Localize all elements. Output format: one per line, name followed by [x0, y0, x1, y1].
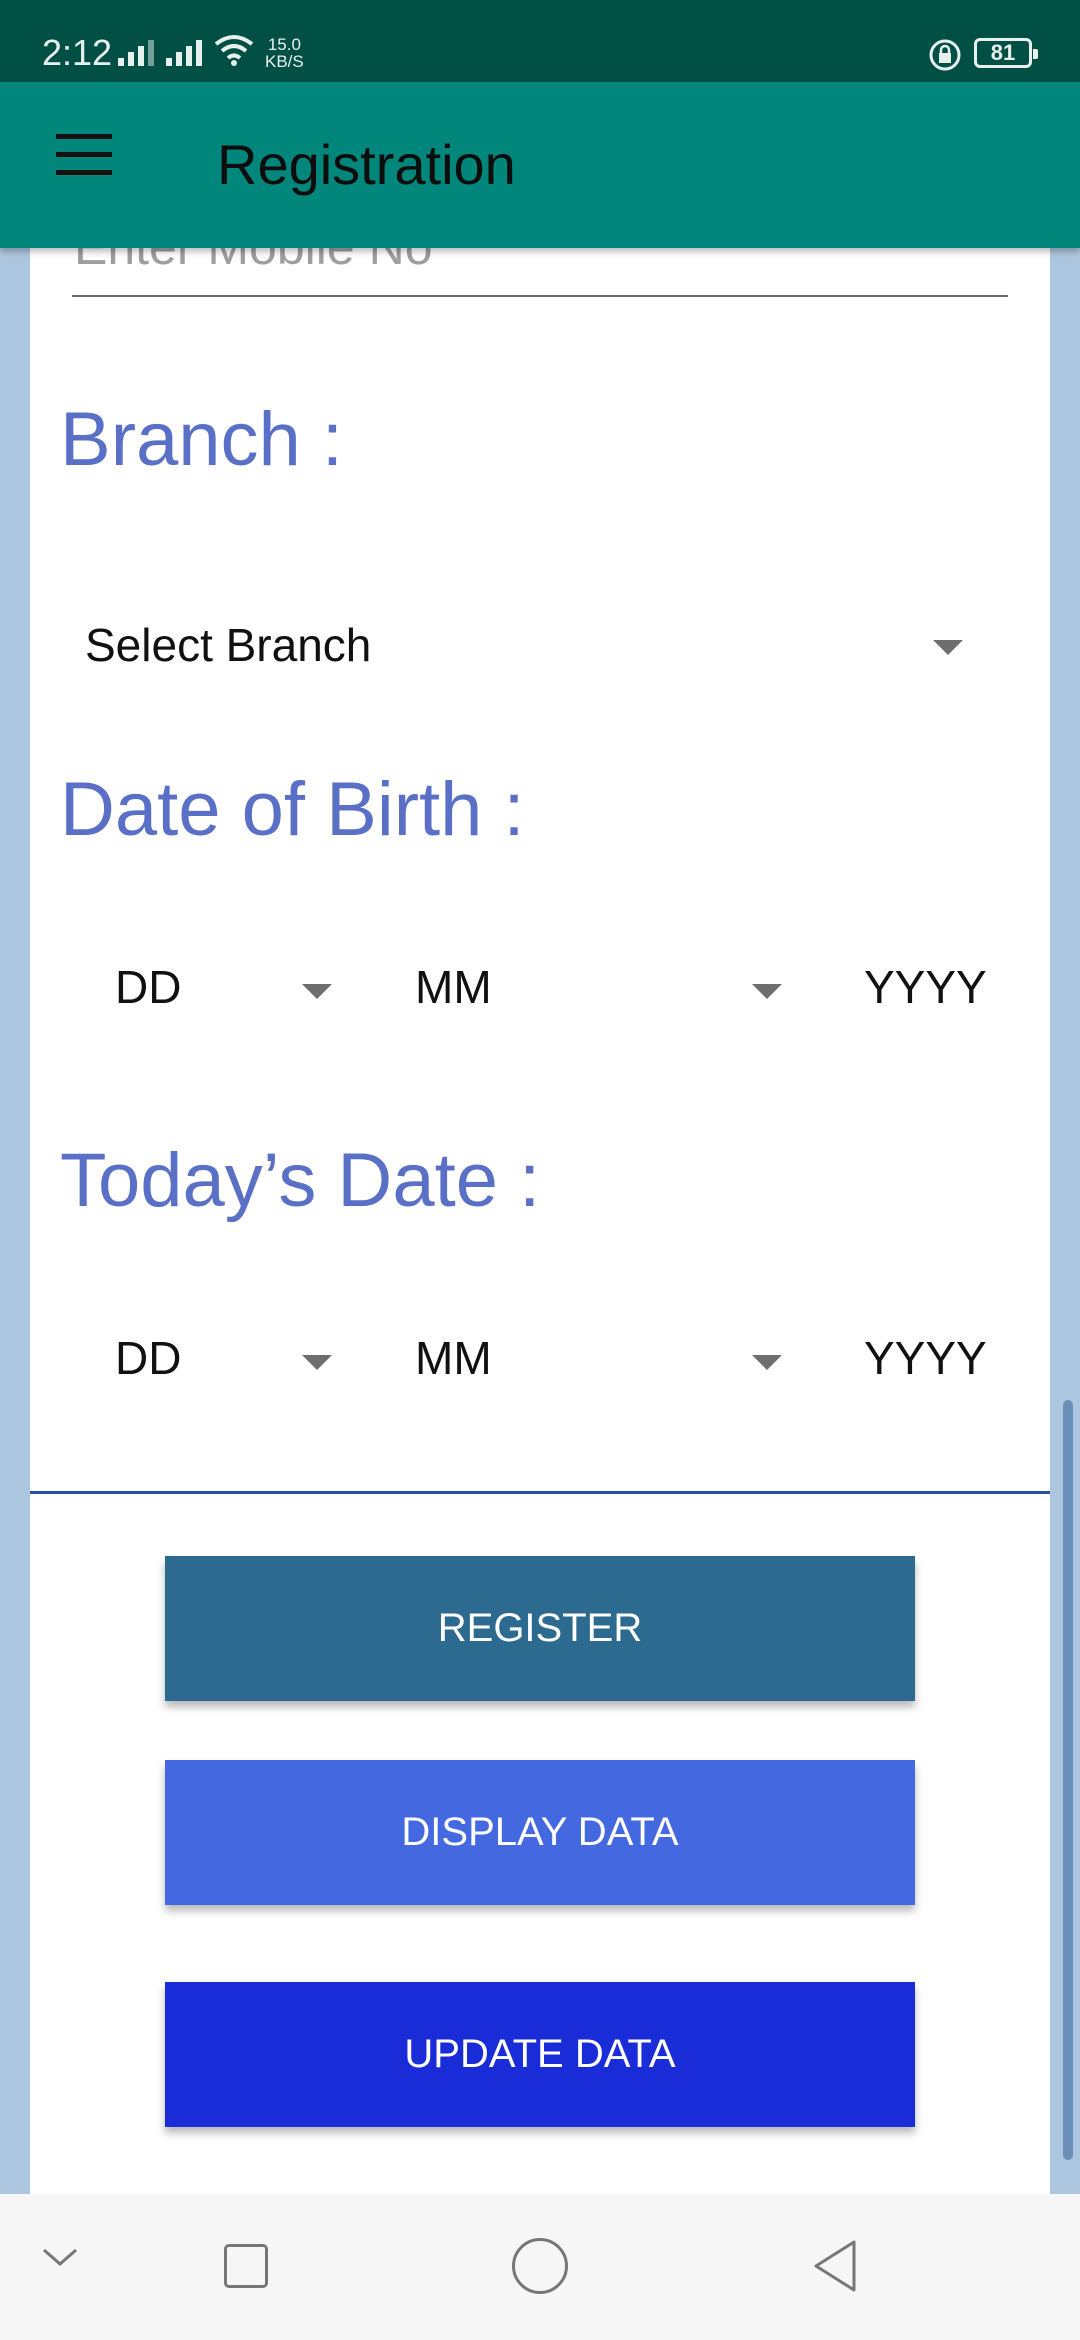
dropdown-arrow-icon — [933, 640, 963, 655]
status-time: 2:12 — [42, 32, 113, 73]
todays-date-label: Today’s Date : — [60, 1138, 541, 1223]
registration-form: Enter Mobile No Branch : Select Branch D… — [30, 248, 1050, 2194]
dropdown-arrow-icon[interactable] — [752, 984, 782, 999]
chevron-down-icon[interactable] — [40, 2246, 80, 2275]
section-divider — [30, 1491, 1050, 1494]
dropdown-arrow-icon[interactable] — [752, 1355, 782, 1370]
branch-label: Branch : — [60, 397, 344, 482]
status-bar: 2:12 15.0 KB/S 81 — [0, 0, 1080, 82]
signal-icon — [166, 36, 202, 66]
todays-date-row: DD MM YYYY — [30, 1311, 1050, 1401]
back-triangle-icon[interactable] — [810, 2238, 858, 2299]
recents-square-icon[interactable] — [224, 2244, 268, 2288]
display-data-button[interactable]: DISPLAY DATA — [165, 1760, 915, 1905]
dob-month-dropdown[interactable]: MM — [415, 960, 492, 1014]
signal-icon — [118, 36, 154, 66]
network-speed: 15.0 KB/S — [265, 36, 304, 70]
scrollbar[interactable] — [1063, 1400, 1073, 2160]
mobile-number-input[interactable]: Enter Mobile No — [72, 248, 1008, 297]
today-month-dropdown[interactable]: MM — [415, 1331, 492, 1385]
hamburger-menu-icon[interactable] — [44, 134, 116, 198]
today-year-dropdown[interactable]: YYYY — [864, 1331, 987, 1385]
dropdown-arrow-icon[interactable] — [302, 984, 332, 999]
app-bar: Registration — [0, 82, 1080, 248]
dob-year-dropdown[interactable]: YYYY — [864, 960, 987, 1014]
battery-level: 81 — [990, 40, 1016, 65]
rotation-lock-icon — [928, 38, 962, 77]
branch-dropdown-value: Select Branch — [85, 619, 372, 671]
register-button[interactable]: REGISTER — [165, 1556, 915, 1701]
battery-icon: 81 — [974, 38, 1038, 68]
update-data-button[interactable]: UPDATE DATA — [165, 1982, 915, 2127]
home-circle-icon[interactable] — [512, 2238, 568, 2294]
date-of-birth-row: DD MM YYYY — [30, 940, 1050, 1030]
dropdown-arrow-icon[interactable] — [302, 1355, 332, 1370]
dob-day-dropdown[interactable]: DD — [115, 960, 181, 1014]
today-day-dropdown[interactable]: DD — [115, 1331, 181, 1385]
system-navigation-bar — [0, 2194, 1080, 2340]
wifi-icon — [214, 34, 254, 71]
mobile-number-placeholder: Enter Mobile No — [74, 248, 433, 276]
date-of-birth-label: Date of Birth : — [60, 767, 525, 852]
page-title: Registration — [217, 133, 516, 196]
network-speed-unit: KB/S — [265, 52, 304, 71]
branch-dropdown[interactable]: Select Branch — [85, 598, 1005, 688]
